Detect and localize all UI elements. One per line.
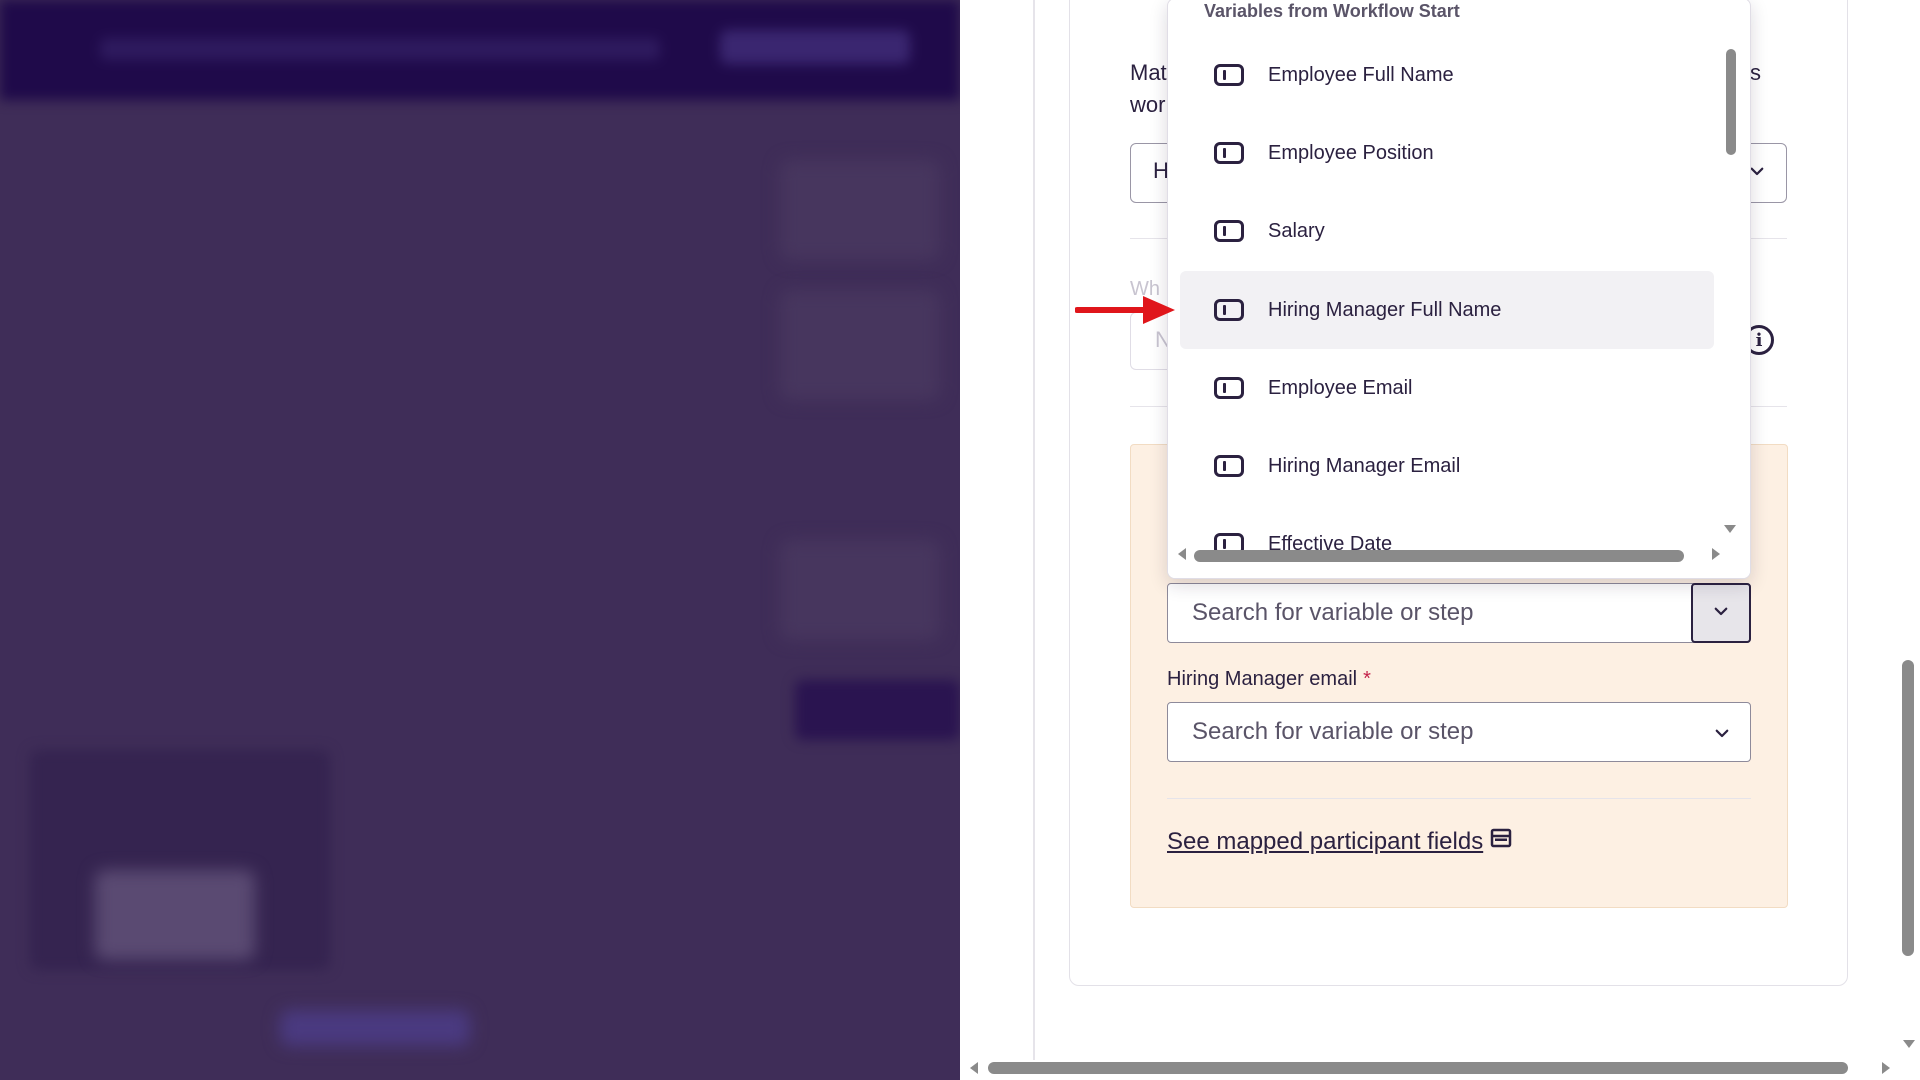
red-arrow-annotation [1075, 296, 1175, 324]
panel-divider [1033, 0, 1035, 1060]
page-vertical-scrollbar[interactable] [1902, 660, 1914, 956]
dropdown-item-hiring-manager-email[interactable]: Hiring Manager Email [1180, 427, 1714, 505]
dropdown-item-salary[interactable]: Salary [1180, 192, 1714, 270]
dropdown-item-label: Employee Position [1268, 141, 1434, 164]
scroll-right-arrow-icon[interactable] [1712, 548, 1720, 560]
page-horizontal-scrollbar[interactable] [988, 1062, 1848, 1074]
dropdown-item-label: Employee Full Name [1268, 63, 1454, 86]
background-block [780, 540, 940, 640]
partial-heading-line2: wor [1130, 92, 1166, 117]
dropdown-item-label: Hiring Manager Full Name [1268, 298, 1502, 321]
background-block [780, 290, 940, 400]
hiring-manager-email-search-input[interactable]: Search for variable or step [1167, 702, 1751, 762]
variable-icon [1214, 220, 1244, 242]
dropdown-item-label: Employee Email [1268, 376, 1413, 399]
page-scroll-left-arrow-icon[interactable] [970, 1062, 978, 1074]
dropdown-vertical-scrollbar[interactable] [1726, 49, 1736, 155]
dropdown-toggle-button[interactable] [1691, 583, 1751, 643]
dropdown-item-employee-email[interactable]: Employee Email [1180, 349, 1714, 427]
open-panel-icon [1489, 826, 1513, 857]
scroll-left-arrow-icon[interactable] [1178, 548, 1186, 560]
partial-heading-line1-end: s [1750, 60, 1761, 85]
divider [1167, 798, 1751, 799]
partial-heading-line1: Mat [1130, 60, 1167, 85]
dropdown-item-hiring-manager-full-name[interactable]: Hiring Manager Full Name [1180, 271, 1714, 349]
dropdown-horizontal-scrollbar[interactable] [1194, 550, 1684, 562]
chevron-down-icon [1712, 599, 1730, 627]
variable-dropdown-menu: Variables from Workflow Start Employee F… [1167, 0, 1751, 579]
variable-icon [1214, 455, 1244, 477]
background-link [280, 1010, 470, 1046]
background-widget-inner [95, 870, 255, 960]
required-marker: * [1363, 668, 1371, 690]
dropdown-item-employee-position[interactable]: Employee Position [1180, 114, 1714, 192]
variable-icon [1214, 377, 1244, 399]
background-button [795, 680, 960, 740]
dropdown-item-employee-full-name[interactable]: Employee Full Name [1180, 36, 1714, 114]
dropdown-item-label: Hiring Manager Email [1268, 454, 1461, 477]
page-scroll-down-arrow-icon[interactable] [1903, 1040, 1915, 1048]
hiring-manager-email-label: Hiring Manager email * [1167, 668, 1371, 690]
search-placeholder: Search for variable or step [1192, 599, 1474, 626]
variable-icon [1214, 142, 1244, 164]
dropdown-item-label: Salary [1268, 219, 1325, 242]
variable-icon [1214, 64, 1244, 86]
dropdown-group-header: Variables from Workflow Start [1204, 1, 1460, 21]
background-top-bar [0, 0, 960, 100]
chevron-down-icon[interactable] [1710, 721, 1734, 745]
blurred-background-app [0, 0, 960, 1080]
page-scroll-right-arrow-icon[interactable] [1882, 1062, 1890, 1074]
first-variable-search-input[interactable]: Search for variable or step [1167, 583, 1751, 643]
background-block [780, 160, 940, 260]
see-mapped-participant-fields-link[interactable]: See mapped participant fields [1167, 826, 1513, 857]
search-placeholder: Search for variable or step [1192, 718, 1474, 745]
variable-icon [1214, 299, 1244, 321]
scroll-down-arrow-icon[interactable] [1724, 525, 1736, 533]
link-label: See mapped participant fields [1167, 827, 1484, 855]
